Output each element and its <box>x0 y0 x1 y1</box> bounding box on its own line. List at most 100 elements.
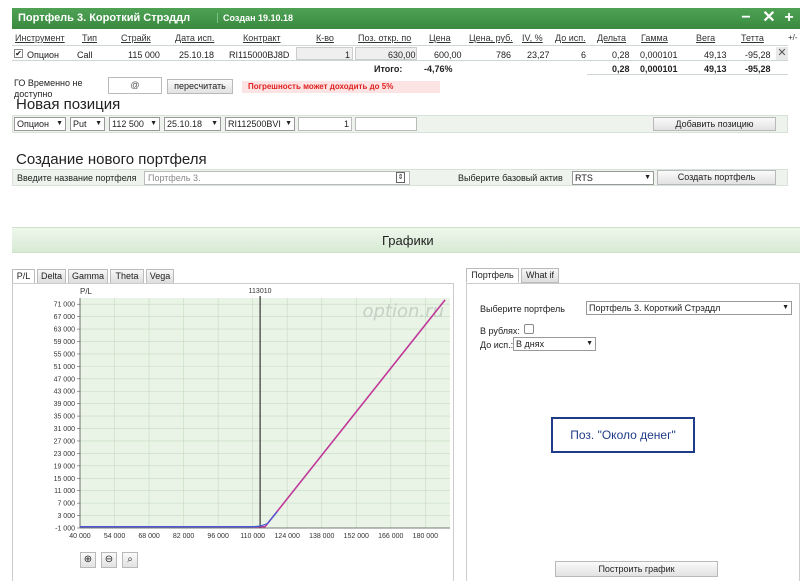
tab-vega[interactable]: Vega <box>146 269 174 284</box>
row-days: 6 <box>581 50 587 60</box>
np-instrument-select[interactable]: Опцион ▼ <box>14 117 66 131</box>
x-tick-label: 166 000 <box>378 533 403 540</box>
warning-banner: Погрешность может доходить до 5% <box>242 81 440 93</box>
zoom-out-icon[interactable]: ⊖ <box>101 552 117 568</box>
row-checkbox[interactable]: ✔ <box>14 49 23 58</box>
x-tick-label: 54 000 <box>104 533 126 540</box>
col-price-rub[interactable]: Цена, руб. <box>469 33 513 43</box>
tab-portfolio[interactable]: Портфель <box>466 268 519 283</box>
y-tick-label: 39 000 <box>54 401 76 408</box>
col-type[interactable]: Тип <box>82 33 97 43</box>
create-portfolio-button[interactable]: Создать портфель <box>657 170 776 185</box>
totals-price: -4,76% <box>424 64 453 74</box>
x-tick-label: 82 000 <box>173 533 195 540</box>
np-date-select[interactable]: 25.10.18 ▼ <box>164 117 221 131</box>
col-iv[interactable]: IV, % <box>522 33 543 43</box>
row-theta: -95,28 <box>745 50 771 60</box>
plot-area <box>80 298 450 528</box>
col-date[interactable]: Дата исп. <box>175 33 214 43</box>
col-vega[interactable]: Вега <box>696 33 715 43</box>
y-axis-label: P/L <box>80 287 93 296</box>
y-tick-label: 47 000 <box>54 376 76 383</box>
new-position-title: Новая позиция <box>16 96 121 113</box>
zoom-reset-icon[interactable]: ⌕ <box>122 552 138 568</box>
row-contract: RI115000BJ8D <box>229 50 290 60</box>
expiry-select[interactable]: В днях ▼ <box>513 337 596 351</box>
tab-delta[interactable]: Delta <box>37 269 66 284</box>
portfolio-name-input[interactable]: Портфель 3. <box>144 171 410 185</box>
row-delta: 0,28 <box>612 50 630 60</box>
underlying-price-label: 113010 <box>249 288 272 295</box>
rub-checkbox[interactable] <box>524 324 534 334</box>
rub-label: В рублях: <box>480 326 520 336</box>
tab-gamma[interactable]: Gamma <box>68 269 108 284</box>
col-strike[interactable]: Страйк <box>121 33 151 43</box>
row-strike: 115 000 <box>128 50 160 60</box>
choose-portfolio-label: Выберите портфель <box>480 304 565 314</box>
col-instrument[interactable]: Инструмент <box>15 33 65 43</box>
expand-toggle[interactable]: +/- <box>788 33 798 42</box>
y-tick-label: 51 000 <box>54 364 76 371</box>
base-asset-select[interactable]: RTS ▼ <box>572 171 654 185</box>
np-contract-select[interactable]: RI112500BVI ▼ <box>225 117 295 131</box>
portfolio-name-label: Введите название портфеля <box>17 173 137 183</box>
add-icon[interactable]: + <box>781 9 797 27</box>
y-tick-label: 43 000 <box>54 389 76 396</box>
recalc-button[interactable]: пересчитать <box>167 79 233 94</box>
y-tick-label: 7 000 <box>57 501 75 508</box>
np-price-input[interactable] <box>355 117 417 131</box>
col-delta[interactable]: Дельта <box>597 33 626 43</box>
tab-pl[interactable]: P/L <box>12 269 35 284</box>
row-gamma: 0,000101 <box>640 50 678 60</box>
totals-delta: 0,28 <box>612 64 630 74</box>
y-tick-label: 19 000 <box>54 463 76 470</box>
go-value-field[interactable]: @ <box>108 77 162 94</box>
tab-what-if[interactable]: What if <box>521 268 559 283</box>
y-tick-label: 67 000 <box>54 314 76 321</box>
watermark-logo: option.ru <box>363 301 444 322</box>
y-tick-label: 31 000 <box>54 426 76 433</box>
col-gamma[interactable]: Гамма <box>641 33 668 43</box>
col-price[interactable]: Цена <box>429 33 451 43</box>
portfolio-select[interactable]: Портфель 3. Короткий Стрэддл ▼ <box>586 301 792 315</box>
close-icon[interactable]: ✕ <box>761 9 777 27</box>
row-date: 25.10.18 <box>179 50 215 60</box>
pl-chart[interactable]: -1 000 3 000 7 000 11 000 15 000 19 000 23 000… <box>12 283 454 543</box>
keyboard-icon[interactable]: ⇕ <box>396 172 405 183</box>
add-position-button[interactable]: Добавить позицию <box>653 117 776 131</box>
build-chart-button[interactable]: Построить график <box>555 561 718 577</box>
row-vega: 49,13 <box>704 50 727 60</box>
remove-row-icon[interactable]: ✕ <box>776 47 788 60</box>
x-tick-label: 40 000 <box>69 533 91 540</box>
totals-theta: -95,28 <box>745 64 771 74</box>
y-tick-label: 23 000 <box>54 451 76 458</box>
x-tick-label: 96 000 <box>207 533 229 540</box>
y-tick-label: 55 000 <box>54 351 76 358</box>
totals-divider <box>587 74 788 75</box>
y-tick-label: 71 000 <box>54 302 76 309</box>
charts-title: Графики <box>382 233 434 248</box>
np-strike-select[interactable]: 112 500 ▼ <box>109 117 160 131</box>
y-tick-label: 27 000 <box>54 438 76 445</box>
tab-theta[interactable]: Theta <box>110 269 144 284</box>
x-tick-label: 110 000 <box>240 533 265 540</box>
y-tick-label: 15 000 <box>54 476 76 483</box>
minimize-icon[interactable]: − <box>738 9 754 27</box>
y-tick-label: -1 000 <box>55 526 75 533</box>
np-qty-input[interactable]: 1 <box>298 117 352 131</box>
col-days[interactable]: До исп. <box>555 33 586 43</box>
x-tick-label: 124 000 <box>275 533 300 540</box>
y-tick-label: 35 000 <box>54 414 76 421</box>
col-theta[interactable]: Тетта <box>741 33 764 43</box>
x-tick-label: 68 000 <box>138 533 160 540</box>
col-qty[interactable]: К-во <box>316 33 334 43</box>
expiry-label: До исп.: <box>480 340 514 350</box>
y-tick-label: 63 000 <box>54 327 76 334</box>
col-contract[interactable]: Контракт <box>243 33 281 43</box>
totals-gamma: 0,000101 <box>640 64 678 74</box>
row-iv: 23,27 <box>527 50 550 60</box>
np-type-select[interactable]: Put ▼ <box>70 117 105 131</box>
row-instrument: Опцион <box>27 50 60 60</box>
col-open-price[interactable]: Поз. откр. по <box>358 33 411 43</box>
zoom-in-icon[interactable]: ⊕ <box>80 552 96 568</box>
